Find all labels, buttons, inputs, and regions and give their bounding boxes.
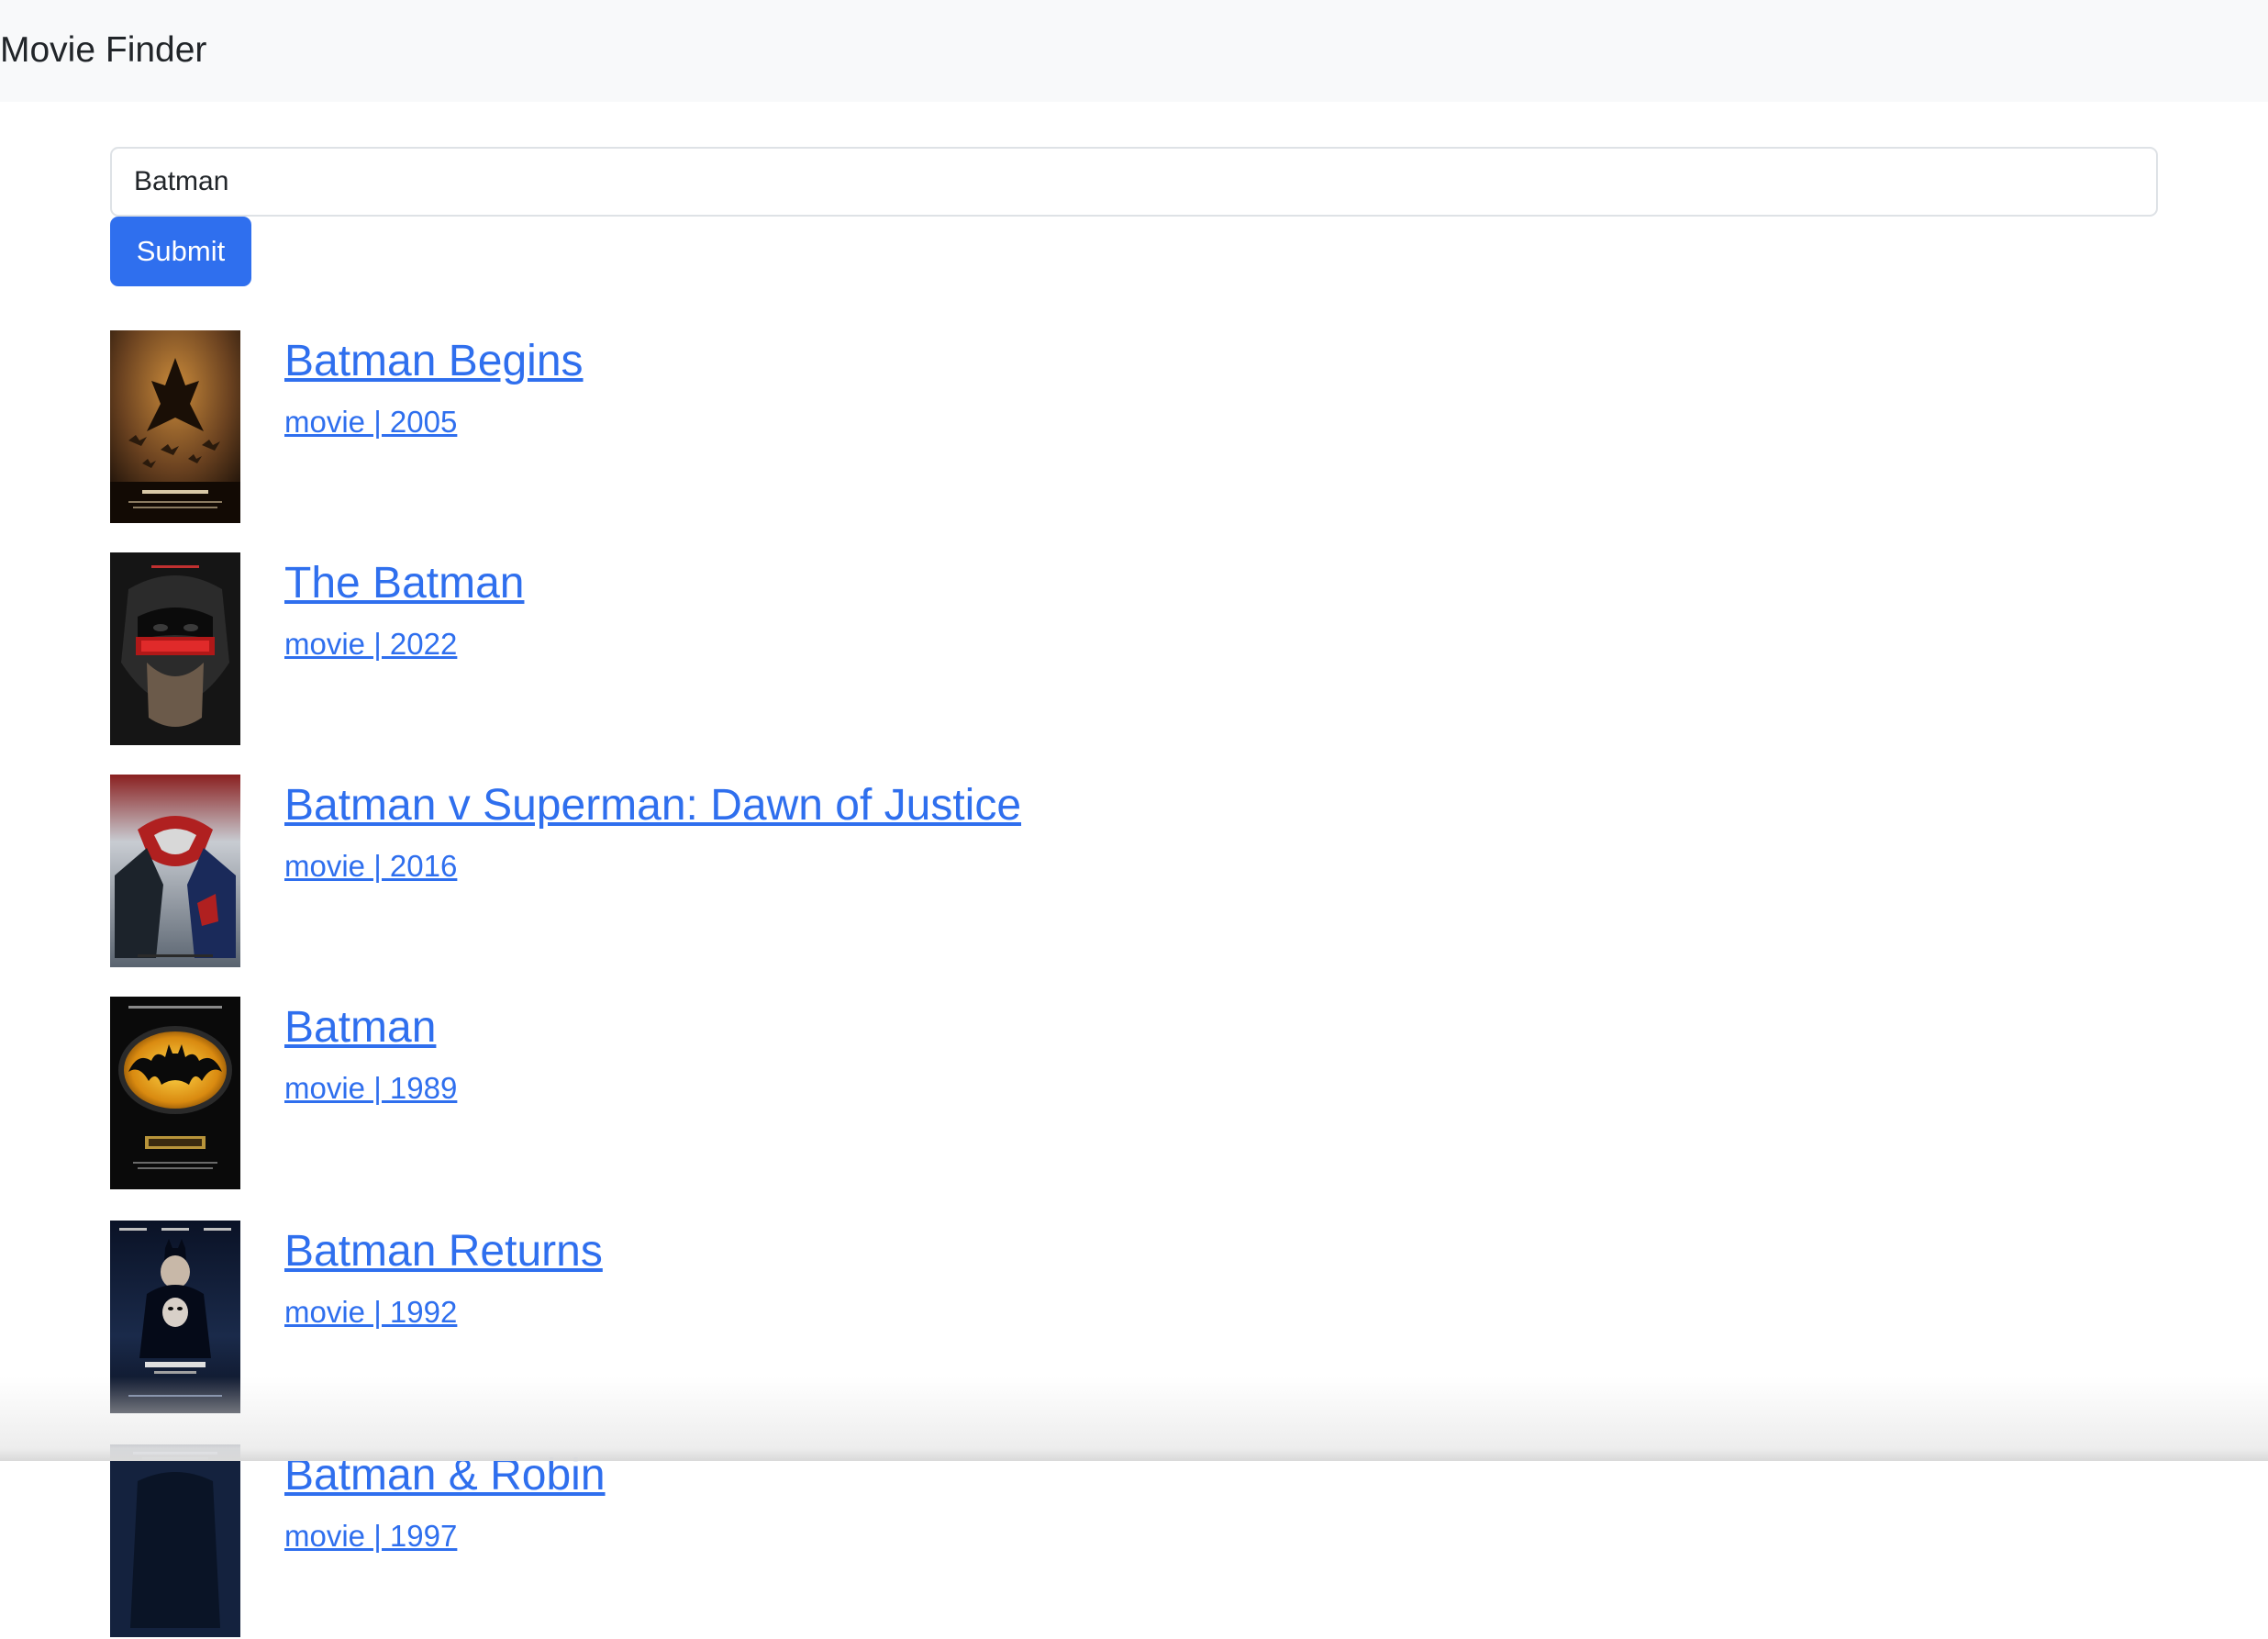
result-item: Batman & Robin movie | 1997 (110, 1444, 2158, 1639)
result-item: Batman v Superman: Dawn of Justice movie… (110, 775, 2158, 969)
result-meta-link[interactable]: movie | 2005 (284, 402, 457, 442)
result-title-link[interactable]: The Batman (284, 556, 524, 611)
poster-image[interactable] (110, 1221, 240, 1413)
result-meta-link[interactable]: movie | 1997 (284, 1516, 457, 1556)
result-item: Batman movie | 1989 (110, 997, 2158, 1191)
batman-returns-poster-icon (110, 1221, 240, 1413)
poster-image[interactable] (110, 1444, 240, 1637)
result-item: The Batman movie | 2022 (110, 552, 2158, 747)
the-batman-poster-icon (110, 552, 240, 745)
result-meta-link[interactable]: movie | 1992 (284, 1292, 457, 1332)
result-item: Batman Returns movie | 1992 (110, 1221, 2158, 1415)
navbar: Movie Finder (0, 0, 2268, 102)
result-meta-link[interactable]: movie | 2022 (284, 624, 457, 664)
result-title-link[interactable]: Batman Begins (284, 334, 584, 389)
result-title-link[interactable]: Batman Returns (284, 1224, 603, 1279)
batman-v-superman-poster-icon (110, 775, 240, 967)
result-item: Batman Begins movie | 2005 (110, 330, 2158, 525)
result-meta-link[interactable]: movie | 2016 (284, 846, 457, 886)
search-input[interactable] (110, 147, 2158, 217)
result-title-link[interactable]: Batman (284, 1000, 436, 1055)
app-brand[interactable]: Movie Finder (0, 28, 206, 73)
submit-button[interactable]: Submit (110, 217, 251, 286)
batman-1989-poster-icon (110, 997, 240, 1189)
poster-image[interactable] (110, 552, 240, 745)
result-title-link[interactable]: Batman & Robin (284, 1448, 606, 1503)
result-meta-link[interactable]: movie | 1989 (284, 1068, 457, 1109)
result-title-link[interactable]: Batman v Superman: Dawn of Justice (284, 778, 1021, 833)
batman-and-robin-poster-icon (110, 1444, 240, 1637)
poster-image[interactable] (110, 775, 240, 967)
poster-image[interactable] (110, 330, 240, 523)
poster-image[interactable] (110, 997, 240, 1189)
batman-begins-poster-icon (110, 330, 240, 523)
